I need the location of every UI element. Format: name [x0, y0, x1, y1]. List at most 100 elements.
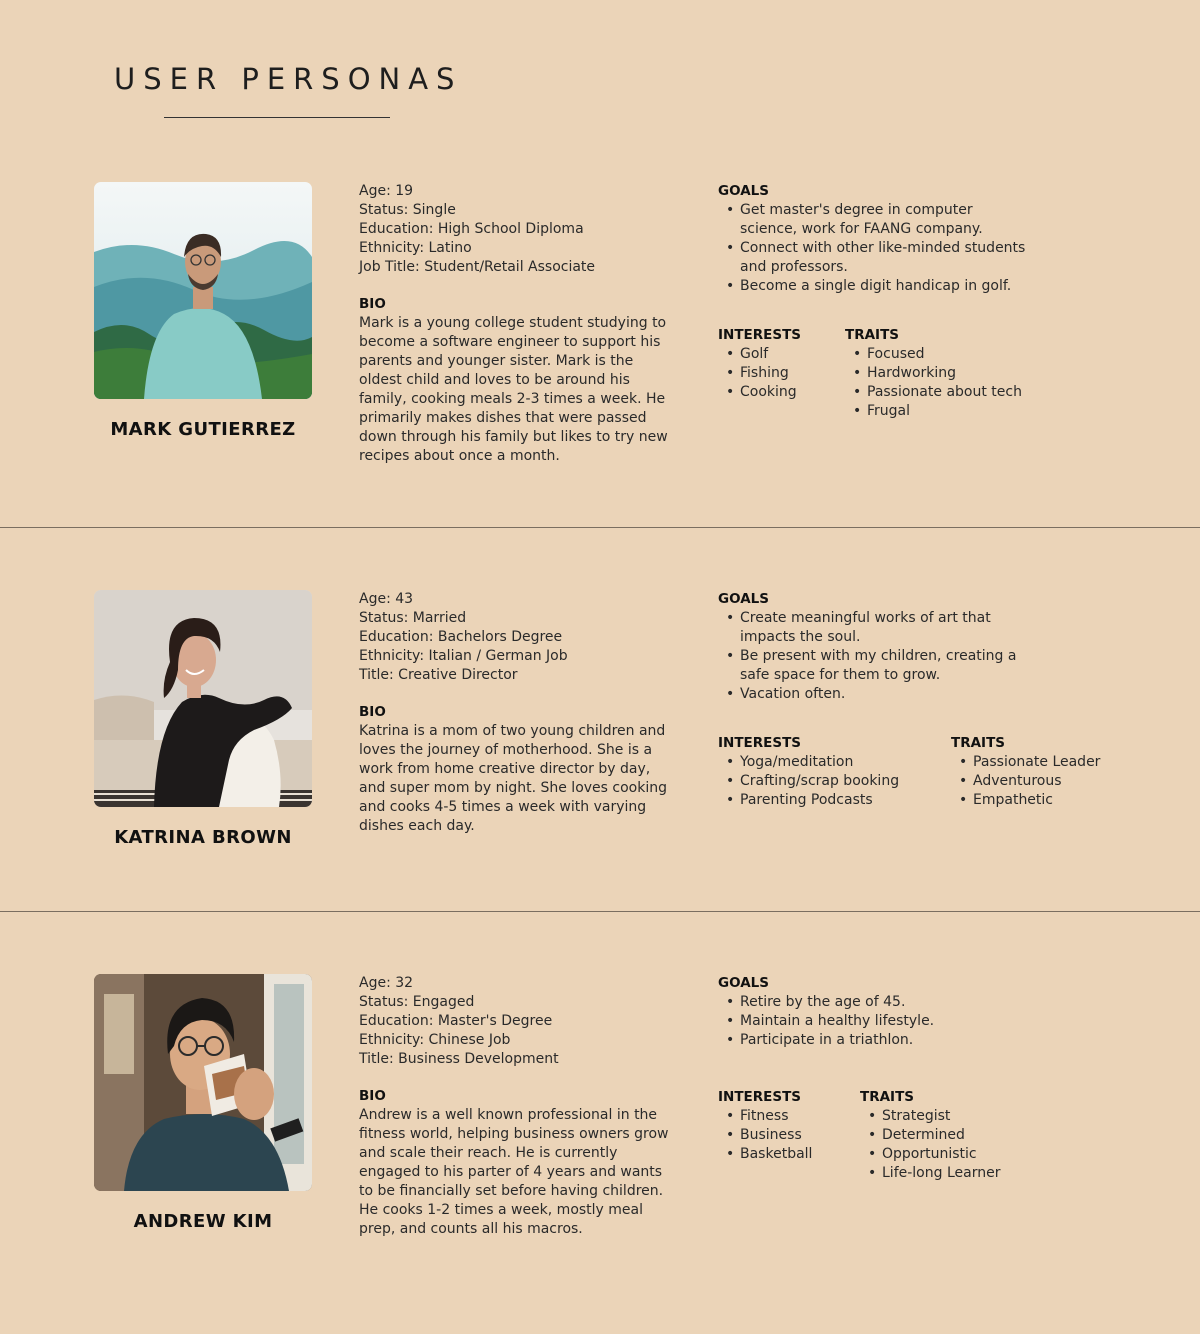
bio-line: He cooks 1-2 times a week, mostly meal: [359, 1201, 644, 1218]
persona-card-katrina: KATRINA BROWN Age: 43 Status: Married Ed…: [0, 590, 1200, 950]
bio-line: work from home creative director by day,: [359, 761, 651, 778]
page-title: USER PERSONAS: [114, 62, 463, 96]
goal-item: Maintain a healthy lifestyle.: [718, 1012, 1058, 1031]
interests-heading: INTERESTS: [718, 1089, 802, 1105]
interest-item: Fishing: [718, 364, 801, 383]
bio-line: fitness world, helping business owners g…: [359, 1126, 669, 1143]
persona-details: Age: 43 Status: Married Education: Bache…: [359, 590, 667, 836]
bio-line: dishes each day.: [359, 817, 475, 834]
title-underline: [164, 117, 390, 118]
detail-education: Education: Master's Degree: [359, 1012, 553, 1029]
persona-details: Age: 19 Status: Single Education: High S…: [359, 182, 668, 466]
bio-line: and super mom by night. She loves cookin…: [359, 780, 667, 797]
traits-block: TRAITS Strategist Determined Opportunist…: [860, 1088, 1000, 1183]
trait-item: Opportunistic: [860, 1145, 1000, 1164]
persona-card-mark: MARK GUTIERREZ Age: 19 Status: Single Ed…: [0, 182, 1200, 542]
traits-heading: TRAITS: [860, 1089, 915, 1105]
traits-block: TRAITS Passionate Leader Adventurous Emp…: [951, 734, 1100, 810]
interests-block: INTERESTS Yoga/meditation Crafting/scrap…: [718, 734, 899, 810]
goals-block: GOALS Create meaningful works of art tha…: [718, 590, 1058, 703]
trait-item: Strategist: [860, 1107, 1000, 1126]
interest-item: Basketball: [718, 1145, 812, 1164]
goals-block: GOALS Retire by the age of 45. Maintain …: [718, 974, 1058, 1050]
detail-job-title: Job Title: Student/Retail Associate: [359, 258, 596, 275]
goal-item: Create meaningful works of art that impa…: [718, 609, 1058, 647]
goal-item: Connect with other like-minded students …: [718, 239, 1058, 277]
trait-item: Life-long Learner: [860, 1164, 1000, 1183]
section-divider: [0, 911, 1200, 912]
detail-age: Age: 19: [359, 183, 414, 199]
bio-line: prep, and counts all his macros.: [359, 1220, 583, 1237]
bio-line: and scale their reach. He is currently: [359, 1145, 618, 1162]
bio-line: oldest child and loves to be around his: [359, 372, 630, 389]
interest-item: Parenting Podcasts: [718, 791, 899, 810]
bio-line: and cooks 4-5 times a week with varying: [359, 798, 647, 815]
trait-item: Focused: [845, 345, 1022, 364]
goal-item: Get master's degree in computer science,…: [718, 201, 1058, 239]
bio-heading: BIO: [359, 704, 386, 721]
goal-item: Vacation often.: [718, 685, 1058, 704]
traits-heading: TRAITS: [845, 327, 900, 343]
detail-education: Education: Bachelors Degree: [359, 628, 563, 645]
bio-line: recipes about once a month.: [359, 447, 560, 464]
bio-line: engaged to his parter of 4 years and wan…: [359, 1164, 663, 1181]
persona-photo: [94, 182, 312, 399]
bio-line: Katrina is a mom of two young children a…: [359, 723, 666, 740]
trait-item: Passionate about tech: [845, 383, 1022, 402]
detail-ethnicity: Ethnicity: Latino: [359, 239, 472, 256]
bio-line: become a software engineer to support hi…: [359, 334, 661, 351]
goals-heading: GOALS: [718, 183, 769, 199]
bio-line: Mark is a young college student studying…: [359, 315, 667, 332]
bio-line: parents and younger sister. Mark is the: [359, 353, 634, 370]
persona-details: Age: 32 Status: Engaged Education: Maste…: [359, 974, 668, 1239]
bio-line: to be financially set before having chil…: [359, 1182, 664, 1199]
detail-age: Age: 43: [359, 591, 414, 607]
goals-block: GOALS Get master's degree in computer sc…: [718, 182, 1058, 295]
bio-heading: BIO: [359, 1088, 386, 1105]
trait-item: Determined: [860, 1126, 1000, 1145]
bio-line: primarily makes dishes that were passed: [359, 409, 647, 426]
persona-name: MARK GUTIERREZ: [110, 419, 296, 440]
detail-status: Status: Single: [359, 201, 456, 218]
interests-block: INTERESTS Golf Fishing Cooking: [718, 326, 801, 402]
persona-photo: [94, 974, 312, 1191]
goal-item: Be present with my children, creating a …: [718, 647, 1058, 685]
interest-item: Golf: [718, 345, 801, 364]
detail-job-title: Title: Business Development: [359, 1050, 559, 1067]
trait-item: Empathetic: [951, 791, 1100, 810]
persona-name: ANDREW KIM: [133, 1211, 273, 1232]
traits-block: TRAITS Focused Hardworking Passionate ab…: [845, 326, 1022, 421]
detail-job-title: Title: Creative Director: [359, 666, 518, 683]
trait-item: Adventurous: [951, 772, 1100, 791]
interest-item: Cooking: [718, 383, 801, 402]
bio-line: down through his family but likes to try…: [359, 428, 668, 445]
detail-ethnicity: Ethnicity: Chinese Job: [359, 1031, 511, 1048]
bio-line: Andrew is a well known professional in t…: [359, 1107, 658, 1124]
detail-age: Age: 32: [359, 975, 414, 991]
trait-item: Passionate Leader: [951, 753, 1100, 772]
goals-heading: GOALS: [718, 591, 769, 607]
trait-item: Frugal: [845, 402, 1022, 421]
persona-card-andrew: ANDREW KIM Age: 32 Status: Engaged Educa…: [0, 974, 1200, 1334]
goals-heading: GOALS: [718, 975, 769, 991]
bio-line: loves the journey of motherhood. She is …: [359, 742, 653, 759]
trait-item: Hardworking: [845, 364, 1022, 383]
detail-ethnicity: Ethnicity: Italian / German Job: [359, 647, 568, 664]
interests-heading: INTERESTS: [718, 327, 802, 343]
goal-item: Participate in a triathlon.: [718, 1031, 1058, 1050]
interests-heading: INTERESTS: [718, 735, 802, 751]
persona-name: KATRINA BROWN: [114, 827, 292, 848]
goal-item: Become a single digit handicap in golf.: [718, 277, 1058, 296]
interest-item: Fitness: [718, 1107, 812, 1126]
bio-line: family, cooking meals 2-3 times a week. …: [359, 390, 666, 407]
goal-item: Retire by the age of 45.: [718, 993, 1058, 1012]
detail-status: Status: Engaged: [359, 993, 475, 1010]
persona-photo: [94, 590, 312, 807]
bio-heading: BIO: [359, 296, 386, 313]
section-divider: [0, 527, 1200, 528]
interests-block: INTERESTS Fitness Business Basketball: [718, 1088, 812, 1164]
detail-education: Education: High School Diploma: [359, 220, 584, 237]
interest-item: Yoga/meditation: [718, 753, 899, 772]
detail-status: Status: Married: [359, 609, 467, 626]
traits-heading: TRAITS: [951, 735, 1006, 751]
